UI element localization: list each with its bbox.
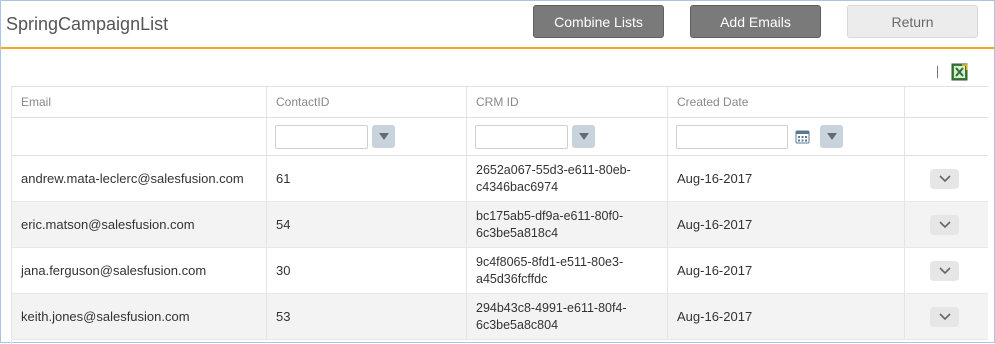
row-actions-cell — [905, 156, 988, 201]
contactid-filter-dropdown[interactable] — [372, 125, 395, 148]
row-menu-button[interactable] — [930, 214, 959, 235]
chevron-down-icon — [938, 313, 951, 320]
calendar-icon[interactable] — [795, 129, 810, 144]
created-date-cell: Aug-16-2017 — [668, 248, 905, 293]
table-row[interactable]: eric.matson@salesfusion.com 54 bc175ab5-… — [12, 202, 988, 248]
crm-id-filter-dropdown[interactable] — [572, 125, 595, 148]
crm-id-cell: 9c4f8065-8fd1-e511-80e3- a45d36fcffdc — [467, 248, 668, 293]
crm-id-line: 6c3be5a818c4 — [476, 225, 559, 240]
email-cell: eric.matson@salesfusion.com — [12, 202, 267, 247]
created-date-cell: Aug-16-2017 — [668, 156, 905, 201]
crm-id-line: bc175ab5-df9a-e611-80f0- — [476, 208, 624, 223]
filter-cell-created-date — [668, 118, 905, 155]
row-actions-cell — [905, 202, 988, 247]
crm-id-cell: 2652a067-55d3-e611-80eb-c4346bac6974 — [467, 156, 668, 201]
column-header-email[interactable]: Email — [12, 87, 267, 117]
column-header-actions — [905, 87, 988, 117]
crm-id-line: a45d36fcffdc — [476, 271, 548, 286]
email-cell: keith.jones@salesfusion.com — [12, 294, 267, 339]
row-actions-cell — [905, 248, 988, 293]
column-header-crm-id[interactable]: CRM ID — [467, 87, 668, 117]
return-button[interactable]: Return — [847, 5, 978, 38]
chevron-down-icon — [378, 133, 389, 140]
grid-header-row: Email ContactID CRM ID Created Date — [12, 86, 988, 118]
add-emails-button[interactable]: Add Emails — [690, 5, 821, 38]
column-header-created-date[interactable]: Created Date — [668, 87, 905, 117]
toolbar-divider — [937, 66, 938, 78]
email-cell: jana.ferguson@salesfusion.com — [12, 248, 267, 293]
crm-id-line: 2652a067-55d3-e611-80eb- — [476, 162, 631, 177]
row-menu-button[interactable] — [930, 306, 959, 327]
email-cell: andrew.mata-leclerc@salesfusion.com — [12, 156, 267, 201]
chevron-down-icon — [938, 267, 951, 274]
row-menu-button[interactable] — [930, 168, 959, 189]
crm-id-line: 9c4f8065-8fd1-e511-80e3- — [476, 254, 624, 269]
chevron-down-icon — [578, 133, 589, 140]
crm-id-filter-input[interactable] — [475, 124, 568, 149]
created-date-cell: Aug-16-2017 — [668, 202, 905, 247]
excel-export-icon[interactable] — [951, 63, 968, 81]
table-row[interactable]: keith.jones@salesfusion.com 53 294b43c8-… — [12, 294, 988, 340]
row-menu-button[interactable] — [930, 260, 959, 281]
filter-cell-email — [12, 118, 267, 155]
grid-filter-row — [12, 118, 988, 156]
table-row[interactable]: andrew.mata-leclerc@salesfusion.com 61 2… — [12, 156, 988, 202]
crm-id-line: 294b43c8-4991-e611-80f4- — [476, 300, 627, 315]
contacts-grid: Email ContactID CRM ID Created Date andr… — [11, 86, 988, 344]
contactid-filter-input[interactable] — [275, 124, 368, 149]
table-row[interactable]: jana.ferguson@salesfusion.com 30 9c4f806… — [12, 248, 988, 294]
filter-cell-actions — [905, 118, 988, 155]
created-date-cell: Aug-16-2017 — [668, 294, 905, 339]
created-date-filter-input[interactable] — [676, 124, 788, 149]
contactid-cell: 54 — [267, 202, 467, 247]
chevron-down-icon — [938, 175, 951, 182]
contactid-cell: 53 — [267, 294, 467, 339]
crm-id-line: c4346bac6974 — [476, 179, 559, 194]
contactid-cell: 61 — [267, 156, 467, 201]
contactid-cell: 30 — [267, 248, 467, 293]
filter-cell-contactid — [267, 118, 467, 155]
page-title: SpringCampaignList — [6, 14, 169, 34]
column-header-contactid[interactable]: ContactID — [267, 87, 467, 117]
crm-id-cell: 294b43c8-4991-e611-80f4- 6c3be5a8c804 — [467, 294, 668, 339]
chevron-down-icon — [826, 133, 837, 140]
row-actions-cell — [905, 294, 988, 339]
chevron-down-icon — [938, 221, 951, 228]
crm-id-cell: bc175ab5-df9a-e611-80f0- 6c3be5a818c4 — [467, 202, 668, 247]
crm-id-line: 6c3be5a8c804 — [476, 317, 559, 332]
campaign-list-panel: SpringCampaignList Combine Lists Add Ema… — [0, 0, 995, 344]
panel-header: SpringCampaignList Combine Lists Add Ema… — [1, 1, 994, 49]
combine-lists-button[interactable]: Combine Lists — [533, 5, 664, 38]
filter-cell-crm-id — [467, 118, 668, 155]
created-date-filter-dropdown[interactable] — [820, 125, 843, 148]
